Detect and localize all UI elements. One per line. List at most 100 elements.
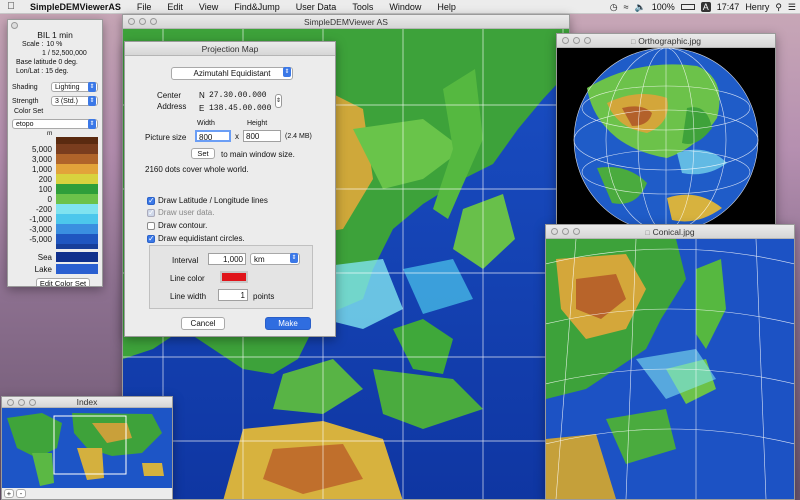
- main-window-titlebar[interactable]: SimpleDEMViewer AS: [123, 15, 569, 29]
- index-window: Index + -: [1, 396, 173, 500]
- zoom-button[interactable]: [150, 18, 157, 25]
- projection-map-dialog: Projection Map Azimutahl Equidistant Cen…: [124, 41, 336, 337]
- latitude-value[interactable]: 27.30.00.000: [209, 91, 267, 100]
- orthographic-globe[interactable]: [557, 48, 775, 230]
- time-machine-icon[interactable]: ◷: [610, 2, 618, 13]
- width-input[interactable]: 800: [195, 130, 231, 142]
- circle-options-group: Interval 1,000 km Line color Line width …: [149, 245, 313, 309]
- width-label: Width: [197, 120, 215, 127]
- index-close-button[interactable]: [7, 399, 14, 406]
- colorset-select[interactable]: etopo: [12, 118, 98, 129]
- make-button[interactable]: Make: [265, 317, 311, 330]
- legend-row: 100: [10, 184, 102, 194]
- ortho-minimize-button[interactable]: [573, 37, 580, 44]
- conical-close-button[interactable]: [551, 228, 558, 235]
- interval-input[interactable]: 1,000: [208, 253, 246, 265]
- notification-center-icon[interactable]: ☰: [788, 2, 796, 13]
- color-legend: 5,000 3,000 1,000 200 100 0 -200 -1,000 -3,000 -5…: [8, 137, 102, 244]
- projection-dialog-titlebar[interactable]: Projection Map: [125, 42, 335, 56]
- draw-user-data-checkbox[interactable]: [147, 208, 155, 217]
- legend-swatch: [56, 154, 98, 164]
- conical-minimize-button[interactable]: [562, 228, 569, 235]
- index-world-map[interactable]: [2, 408, 172, 488]
- legend-row: -5,000: [10, 234, 102, 244]
- input-source[interactable]: A: [700, 2, 711, 12]
- menu-app-name[interactable]: SimpleDEMViewerAS: [22, 2, 129, 12]
- close-button[interactable]: [128, 18, 135, 25]
- index-zoom-button[interactable]: [29, 399, 36, 406]
- legend-label: 5,000: [31, 144, 52, 154]
- shading-select[interactable]: Lighting: [51, 82, 98, 92]
- projection-dialog-title: Projection Map: [201, 44, 259, 54]
- legend-row: -200: [10, 204, 102, 214]
- index-minimize-button[interactable]: [18, 399, 25, 406]
- user-name[interactable]: Henry: [745, 2, 769, 12]
- edit-color-set-button[interactable]: Edit Color Set: [36, 278, 90, 286]
- menu-bar:  SimpleDEMViewerAS File Edit View Find&…: [0, 0, 800, 14]
- strength-select[interactable]: 3 (Std.): [51, 96, 98, 106]
- menu-tools[interactable]: Tools: [344, 2, 381, 12]
- line-color-label: Line color: [170, 274, 205, 283]
- legend-swatch: [56, 164, 98, 174]
- document-icon: □: [645, 230, 650, 237]
- palette-close-button[interactable]: [11, 22, 18, 29]
- longitude-value[interactable]: 138.45.00.000: [209, 104, 271, 113]
- conical-map[interactable]: [546, 239, 794, 499]
- legend-label: -200: [35, 204, 52, 214]
- index-titlebar[interactable]: Index: [2, 397, 172, 408]
- base-latitude: Base latitude 0 deg.: [16, 59, 78, 66]
- menu-view[interactable]: View: [191, 2, 226, 12]
- legend-label: 3,000: [31, 154, 52, 164]
- orthographic-titlebar[interactable]: □ Orthographic.jpg: [557, 34, 775, 48]
- legend-label: -5,000: [29, 234, 52, 244]
- address-label: Address: [157, 102, 187, 111]
- menu-window[interactable]: Window: [381, 2, 429, 12]
- conical-zoom-button[interactable]: [573, 228, 580, 235]
- draw-contour-checkbox[interactable]: [147, 221, 155, 230]
- legend-deep-swatch: [56, 244, 98, 249]
- menu-file[interactable]: File: [129, 2, 160, 12]
- index-zoom-out-button[interactable]: -: [16, 489, 26, 498]
- apple-menu-icon[interactable]: : [0, 1, 22, 12]
- line-color-well[interactable]: [220, 271, 248, 283]
- conical-titlebar[interactable]: □ Conical.jpg: [546, 225, 794, 239]
- minimize-button[interactable]: [139, 18, 146, 25]
- legend-swatch: [56, 234, 98, 244]
- palette-titlebar[interactable]: [8, 20, 102, 30]
- conical-window: □ Conical.jpg: [545, 224, 795, 500]
- height-input[interactable]: 800: [243, 130, 281, 142]
- projection-method-select[interactable]: Azimutahl Equidistant: [171, 67, 293, 80]
- battery-icon[interactable]: [680, 4, 695, 10]
- set-description: to main window size.: [221, 150, 295, 159]
- menu-user-data[interactable]: User Data: [288, 2, 345, 12]
- battery-percent[interactable]: 100%: [652, 2, 675, 12]
- index-zoom-in-button[interactable]: +: [4, 489, 14, 498]
- volume-icon[interactable]: 🔈: [635, 2, 646, 13]
- legend-swatch: [56, 204, 98, 214]
- legend-unit: m: [47, 130, 53, 137]
- wifi-icon[interactable]: ≈: [624, 2, 629, 12]
- draw-circles-checkbox[interactable]: [147, 234, 155, 243]
- cancel-button[interactable]: Cancel: [181, 317, 225, 330]
- spotlight-icon[interactable]: ⚲: [775, 2, 782, 13]
- draw-latlon-checkbox[interactable]: [147, 196, 155, 205]
- legend-row: -3,000: [10, 224, 102, 234]
- legend-swatch: [56, 224, 98, 234]
- ortho-zoom-button[interactable]: [584, 37, 591, 44]
- legend-swatch: [56, 144, 98, 154]
- interval-label: Interval: [172, 256, 199, 265]
- clock[interactable]: 17:47: [717, 2, 740, 12]
- document-icon: □: [630, 39, 636, 46]
- menu-help[interactable]: Help: [429, 2, 464, 12]
- set-button[interactable]: Set: [191, 148, 215, 159]
- palette-title: BIL 1 min: [37, 30, 73, 40]
- draw-contour-label: Draw contour.: [158, 221, 208, 230]
- coordinate-stepper[interactable]: ⇕: [275, 94, 282, 108]
- ortho-close-button[interactable]: [562, 37, 569, 44]
- menu-find-jump[interactable]: Find&Jump: [226, 2, 288, 12]
- menu-edit[interactable]: Edit: [159, 2, 191, 12]
- lat-prefix: N: [199, 91, 205, 100]
- line-width-input[interactable]: 1: [218, 289, 248, 301]
- interval-unit-select[interactable]: km: [250, 253, 300, 265]
- shading-label: Shading: [12, 83, 38, 91]
